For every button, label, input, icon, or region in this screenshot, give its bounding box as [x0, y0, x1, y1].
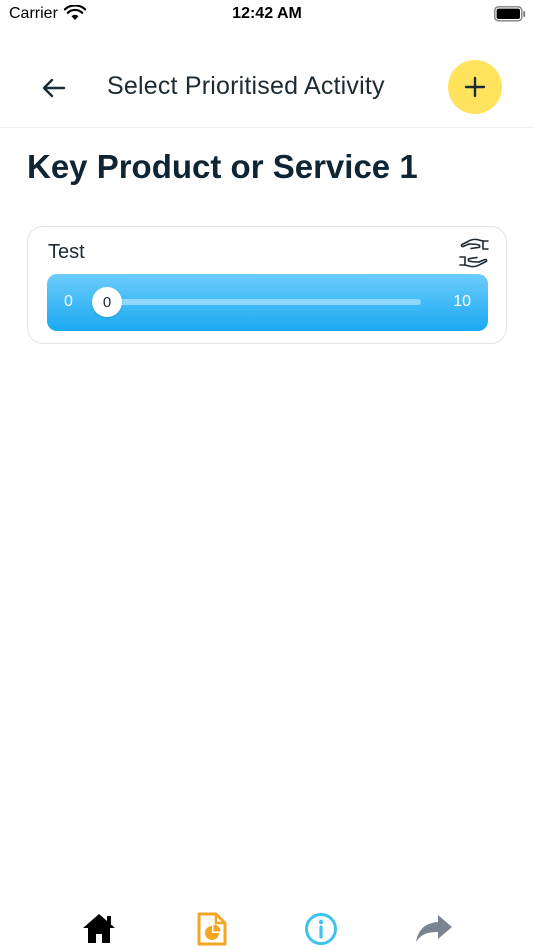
- report-icon: [197, 912, 227, 946]
- tab-info[interactable]: [301, 912, 341, 950]
- info-icon: [305, 913, 337, 945]
- slider-min-label: 0: [64, 293, 73, 310]
- section-heading: Key Product or Service 1: [27, 148, 418, 185]
- slider-thumb[interactable]: 0: [92, 287, 122, 317]
- arrow-left-icon: [42, 78, 66, 98]
- slider-track[interactable]: [107, 299, 421, 305]
- tab-home[interactable]: [79, 912, 119, 950]
- status-bar: Carrier 12:42 AM: [0, 0, 534, 30]
- tab-report[interactable]: [192, 912, 232, 950]
- tab-bar: [0, 900, 534, 950]
- slider-max-label: 10: [453, 293, 471, 310]
- activity-slider[interactable]: 0 0 10: [47, 274, 488, 331]
- activity-card: Test 0 0 10: [27, 226, 507, 344]
- activity-title: Test: [48, 241, 85, 263]
- page-title: Select Prioritised Activity: [107, 72, 385, 100]
- home-icon: [83, 914, 115, 943]
- add-button[interactable]: [448, 60, 502, 114]
- tab-share[interactable]: [414, 912, 454, 950]
- back-button[interactable]: [34, 68, 74, 108]
- nav-bar: Select Prioritised Activity: [0, 50, 534, 128]
- hands-icon[interactable]: [458, 238, 490, 268]
- share-icon: [416, 915, 452, 942]
- battery-icon: [494, 6, 526, 22]
- slider-value-label: 0: [102, 293, 112, 311]
- status-time: 12:42 AM: [232, 5, 302, 22]
- plus-icon: [464, 76, 486, 98]
